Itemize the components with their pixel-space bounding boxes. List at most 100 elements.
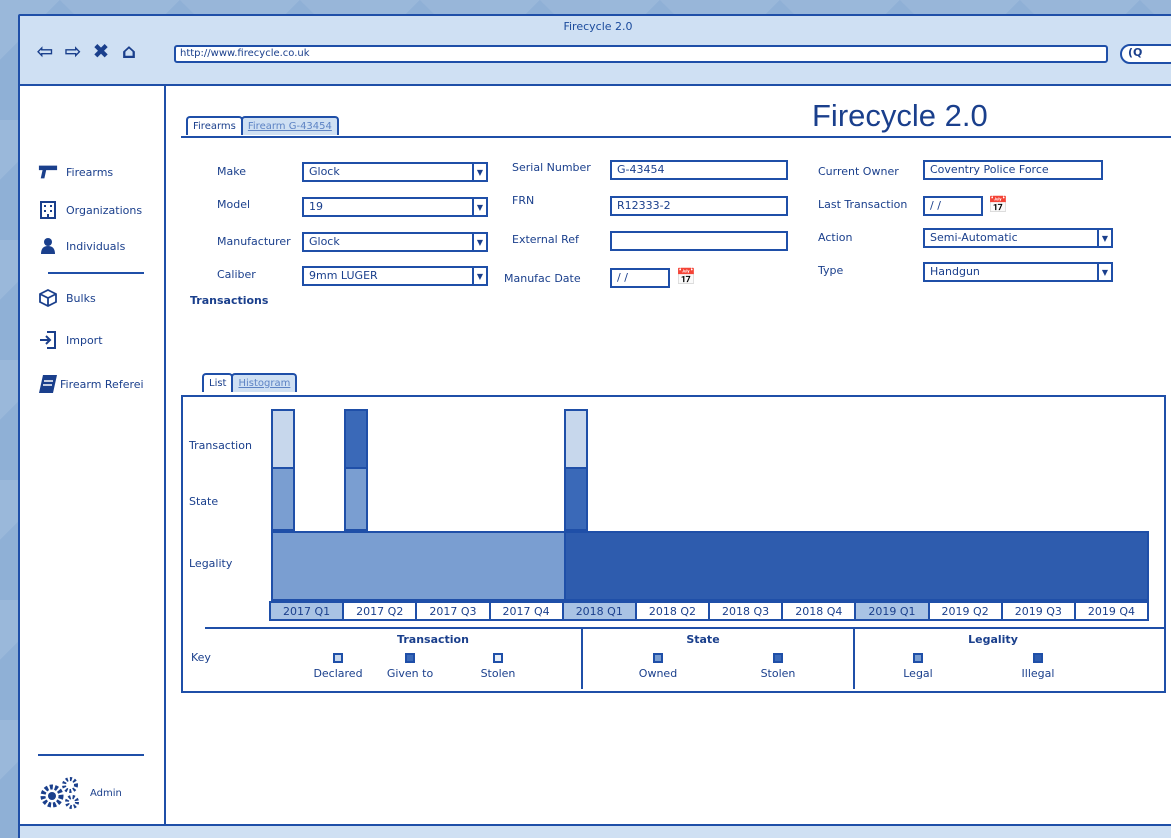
model-value: 19: [309, 200, 323, 213]
gun-icon: [38, 162, 58, 182]
key-group-divider: [853, 629, 855, 689]
model-select[interactable]: 19 ▼: [302, 197, 488, 217]
quarter-label: 2019 Q3: [1000, 601, 1076, 621]
key-item: Owned: [623, 653, 693, 680]
make-label: Make: [217, 165, 246, 178]
caliber-value: 9mm LUGER: [309, 269, 378, 282]
caliber-select[interactable]: 9mm LUGER ▼: [302, 266, 488, 286]
owner-input[interactable]: Coventry Police Force: [923, 160, 1103, 180]
key-group-divider: [581, 629, 583, 689]
box-icon: [38, 288, 58, 308]
sidebar-item-label: Individuals: [66, 239, 126, 253]
quarter-label: 2018 Q4: [781, 601, 857, 621]
quarter-label: 2019 Q1: [854, 601, 930, 621]
transaction-bar[interactable]: [563, 409, 588, 469]
quarter-label: 2019 Q4: [1073, 601, 1150, 621]
quarter-label: 2018 Q2: [634, 601, 711, 621]
close-icon[interactable]: ✖: [90, 40, 112, 62]
chevron-down-icon[interactable]: ▼: [472, 199, 486, 215]
histogram-panel: Transaction State Legality 2017 Q1 2017 Q…: [181, 395, 1166, 693]
manufacturer-label: Manufacturer: [217, 235, 291, 248]
sidebar-item-label: Bulks: [66, 291, 96, 305]
chevron-down-icon[interactable]: ▼: [472, 234, 486, 250]
quarter-label: 2017 Q3: [415, 601, 491, 621]
back-arrow-icon[interactable]: ⇦: [34, 40, 56, 62]
key-divider-line: [205, 627, 1165, 629]
url-input[interactable]: http://www.firecycle.co.uk: [174, 45, 1108, 63]
chevron-down-icon[interactable]: ▼: [472, 164, 486, 180]
chevron-down-icon[interactable]: ▼: [472, 268, 486, 284]
key-group-title: State: [686, 633, 720, 646]
key-item-label: Stolen: [480, 667, 516, 680]
action-value: Semi-Automatic: [930, 231, 1018, 244]
key-item-label: Illegal: [1021, 667, 1055, 680]
key-item: Declared: [303, 653, 373, 680]
legality-bar-illegal[interactable]: [563, 531, 1149, 601]
external-ref-label: External Ref: [512, 233, 579, 246]
key-title: Key: [191, 651, 211, 664]
caliber-label: Caliber: [217, 268, 256, 281]
calendar-icon[interactable]: 📅: [676, 266, 696, 286]
sidebar-item-bulks[interactable]: Bulks: [38, 288, 164, 308]
sidebar-item-admin[interactable]: Admin: [38, 776, 164, 810]
tab-firearm-record[interactable]: Firearm G-43454: [240, 116, 339, 135]
sidebar-item-label: Firearm Referei: [60, 377, 144, 391]
person-icon: [38, 236, 58, 256]
type-label: Type: [818, 264, 844, 277]
make-select[interactable]: Glock ▼: [302, 162, 488, 182]
manufac-date-input[interactable]: / /: [610, 268, 670, 288]
external-ref-input[interactable]: [610, 231, 788, 251]
action-label: Action: [818, 231, 853, 244]
chevron-down-icon[interactable]: ▼: [1097, 264, 1111, 280]
quarter-label: 2017 Q1: [269, 601, 345, 621]
serial-label: Serial Number: [512, 161, 591, 174]
key-item: Stolen: [463, 653, 533, 680]
chevron-down-icon[interactable]: ▼: [1097, 230, 1111, 246]
frn-label: FRN: [512, 194, 535, 207]
key-group-title: Transaction: [397, 633, 469, 646]
manufacturer-select[interactable]: Glock ▼: [302, 232, 488, 252]
state-bar[interactable]: [271, 467, 295, 531]
sidebar-item-import[interactable]: Import: [38, 330, 164, 350]
key-item-label: Stolen: [760, 667, 796, 680]
transaction-bar[interactable]: [344, 409, 369, 469]
tab-list[interactable]: List: [202, 373, 234, 392]
sidebar-item-individuals[interactable]: Individuals: [38, 236, 164, 256]
tab-firearms[interactable]: Firearms: [186, 116, 243, 135]
tab-histogram[interactable]: Histogram: [231, 373, 298, 392]
key-item: Stolen: [743, 653, 813, 680]
sidebar-divider: [48, 272, 144, 274]
manufac-date-label: Manufac Date: [504, 272, 581, 285]
state-bar[interactable]: [563, 467, 588, 531]
sidebar-item-firearm-reference[interactable]: Firearm Referei: [38, 374, 164, 394]
last-transaction-input[interactable]: / /: [923, 196, 983, 216]
key-swatch: [493, 653, 503, 663]
key-swatch: [653, 653, 663, 663]
search-icon: (Q: [1128, 46, 1143, 59]
sidebar-item-organizations[interactable]: Organizations: [38, 200, 164, 220]
make-value: Glock: [309, 165, 340, 178]
key-item-label: Owned: [638, 667, 678, 680]
title-bar: Firecycle 2.0 ⇦ ⇨ ✖ ⌂ http://www.firecyc…: [20, 16, 1171, 86]
quarter-label: 2017 Q2: [342, 601, 418, 621]
action-select[interactable]: Semi-Automatic ▼: [923, 228, 1113, 248]
key-swatch: [913, 653, 923, 663]
frn-input[interactable]: R12333-2: [610, 196, 788, 216]
serial-input[interactable]: G-43454: [610, 160, 788, 180]
home-icon[interactable]: ⌂: [118, 40, 140, 62]
key-swatch: [405, 653, 415, 663]
key-swatch: [773, 653, 783, 663]
sidebar-divider: [38, 754, 144, 756]
key-swatch: [333, 653, 343, 663]
key-item-label: Legal: [903, 667, 933, 680]
type-select[interactable]: Handgun ▼: [923, 262, 1113, 282]
key-item: Legal: [883, 653, 953, 680]
sidebar-item-firearms[interactable]: Firearms: [38, 162, 164, 182]
search-input[interactable]: (Q: [1120, 44, 1171, 64]
forward-arrow-icon[interactable]: ⇨: [62, 40, 84, 62]
calendar-icon[interactable]: 📅: [988, 194, 1008, 214]
transaction-bar[interactable]: [271, 409, 295, 469]
nav-buttons: ⇦ ⇨ ✖ ⌂: [34, 40, 140, 62]
quarter-label: 2018 Q3: [708, 601, 784, 621]
state-bar[interactable]: [344, 467, 369, 531]
